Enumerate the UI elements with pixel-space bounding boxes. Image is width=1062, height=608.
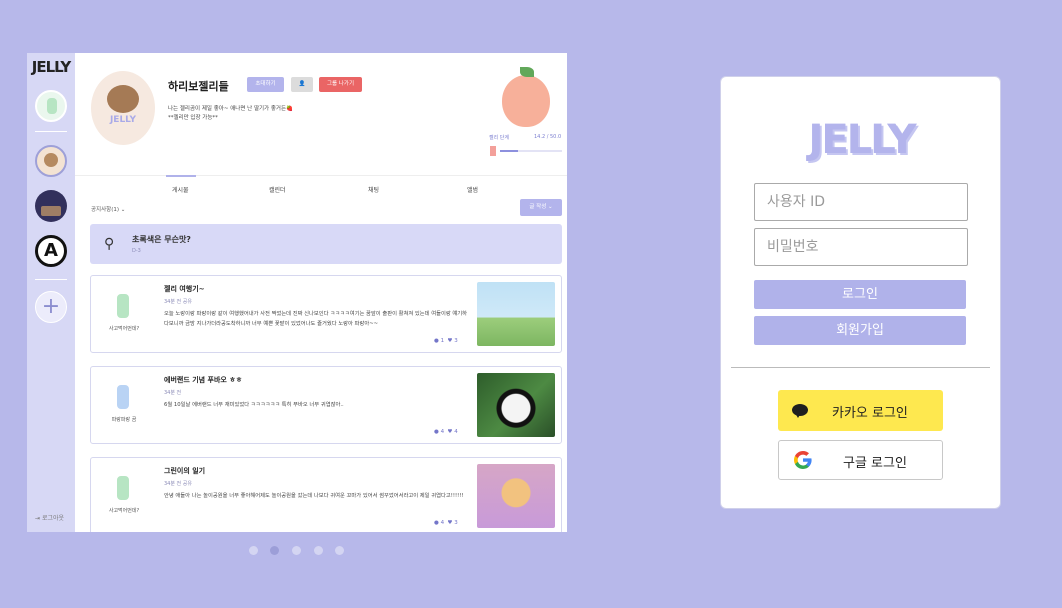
preview-pinned-notice: ⚲ 초록색은 무슨맛? D-3 bbox=[90, 224, 562, 264]
preview-home-icon bbox=[35, 90, 67, 122]
preview-logout: ⇥ 로그아웃 bbox=[35, 515, 65, 522]
flower-field-image bbox=[477, 282, 555, 346]
carousel-dot[interactable] bbox=[249, 546, 258, 555]
post-author: 파랑파랑 곰 bbox=[111, 417, 137, 423]
preview-tab-posts: 게시물 bbox=[166, 175, 196, 194]
preview-level-bar bbox=[490, 146, 562, 156]
post-title: 그린이의 일기 bbox=[164, 467, 206, 475]
preview-tab-calendar: 캘린더 bbox=[269, 187, 286, 194]
post-stats: ● 4 ♥ 4 bbox=[434, 429, 458, 435]
post-comments: 4 bbox=[440, 429, 445, 435]
preview-invite-button: 초대하기 bbox=[247, 77, 284, 92]
jelly-logo: JELLY bbox=[808, 117, 917, 163]
preview-add-group-icon: + bbox=[35, 291, 67, 323]
preview-group-avatar: JELLY bbox=[91, 71, 155, 145]
post-time: 34분 전 bbox=[164, 390, 182, 396]
preview-post: 파랑파랑 곰 에버랜드 기념 푸바오 ㅎㅎ 34분 전 6월 10일날 에버랜드… bbox=[90, 366, 562, 444]
bear-image bbox=[107, 85, 139, 113]
post-time: 34분 전 공유 bbox=[164, 299, 192, 305]
preview-desc-line: **젤리만 입장 가능** bbox=[168, 115, 218, 121]
preview-group-city-icon bbox=[35, 190, 67, 222]
post-author: 사고먹어먼데? bbox=[108, 508, 140, 514]
username-input[interactable] bbox=[754, 183, 968, 221]
preview-group-name: 하리보젤리들 bbox=[168, 80, 229, 93]
pinned-title: 초록색은 무슨맛? bbox=[132, 235, 191, 244]
preview-desc-line: 나는 젤리곰이 제일 좋아~ 애나면 난 딸기가 좋거든🍓 bbox=[168, 106, 293, 112]
pin-icon: ⚲ bbox=[104, 236, 115, 252]
post-body: 6월 10일날 에버랜드 너무 재미있었다 ㅋㅋㅋㅋㅋㅋ 특히 푸바오 너무 귀… bbox=[164, 402, 344, 408]
preview-group-bear-icon bbox=[35, 145, 67, 177]
preview-logo: JELLY bbox=[31, 58, 71, 76]
password-input[interactable] bbox=[754, 228, 968, 266]
post-likes: 3 bbox=[454, 520, 458, 526]
signup-button[interactable]: 회원가입 bbox=[754, 316, 966, 345]
preview-tab-album: 앨범 bbox=[467, 187, 479, 194]
post-stats: ● 4 ♥ 3 bbox=[434, 520, 458, 526]
post-likes: 4 bbox=[454, 429, 458, 435]
kakao-chat-icon bbox=[792, 404, 808, 418]
login-button[interactable]: 로그인 bbox=[754, 280, 966, 309]
carousel-image bbox=[477, 464, 555, 528]
app-preview-image: JELLY A + ⇥ 로그아웃 JELLY 하리보젤리들 초대하기 👤 그룹 … bbox=[27, 53, 567, 532]
carousel-dot[interactable] bbox=[270, 546, 279, 555]
preview-sidebar: JELLY A + ⇥ 로그아웃 bbox=[27, 53, 75, 532]
gummy-bear-icon bbox=[117, 385, 129, 409]
cup-icon bbox=[490, 146, 496, 156]
preview-tabs: 게시물 캘린더 채팅 앨범 bbox=[75, 175, 567, 196]
kakao-login-label: 카카오 로그인 bbox=[832, 406, 908, 421]
google-login-button[interactable]: 구글 로그인 bbox=[778, 440, 943, 480]
post-title: 에버랜드 기념 푸바오 ㅎㅎ bbox=[164, 376, 243, 384]
post-likes: 3 bbox=[454, 338, 458, 344]
gummy-bear-icon bbox=[117, 476, 129, 500]
gummy-bear-icon bbox=[117, 294, 129, 318]
preview-write-button: 글 작성 ⌄ bbox=[520, 199, 562, 216]
preview-level-label: 젤리 단계 bbox=[489, 135, 509, 141]
preview-group-avengers-icon: A bbox=[35, 235, 67, 267]
preview-person-icon: 👤 bbox=[291, 77, 313, 92]
login-card: JELLY 로그인 회원가입 카카오 로그인 구글 로그인 bbox=[720, 76, 1001, 509]
preview-avatar-text: JELLY bbox=[109, 115, 137, 125]
panda-image bbox=[477, 373, 555, 437]
post-comments: 1 bbox=[440, 338, 445, 344]
post-comments: 4 bbox=[440, 520, 445, 526]
divider bbox=[731, 367, 990, 368]
google-icon bbox=[794, 451, 812, 469]
post-body: 안녕 애들아 나는 놀이공원을 너무 좋아해어제도 놀이공원을 갔는데 나보다 … bbox=[164, 493, 464, 499]
preview-divider bbox=[35, 279, 67, 280]
preview-tab-chat: 채팅 bbox=[368, 187, 380, 194]
preview-post: 사고먹어먼데? 젤리 여행기~ 34분 전 공유 오늘 노랑이랑 파랑이랑 같이… bbox=[90, 275, 562, 353]
kakao-login-button[interactable]: 카카오 로그인 bbox=[778, 390, 943, 431]
post-stats: ● 1 ♥ 3 bbox=[434, 338, 458, 344]
carousel-dot[interactable] bbox=[335, 546, 344, 555]
peach-icon bbox=[502, 67, 550, 127]
post-body: 오늘 노랑이랑 파랑이랑 같이 여행했어내가 사전 짝었는데 진짜 신나보인다 … bbox=[164, 311, 468, 327]
google-login-label: 구글 로그인 bbox=[843, 456, 907, 471]
level-fill bbox=[500, 150, 518, 152]
preview-post: 사고먹어먼데? 그린이의 일기 34분 전 공유 안녕 애들아 나는 놀이공원을… bbox=[90, 457, 562, 532]
pinned-time: D-3 bbox=[132, 248, 141, 254]
post-title: 젤리 여행기~ bbox=[164, 285, 205, 293]
preview-group-description: 나는 젤리곰이 제일 좋아~ 애나면 난 딸기가 좋거든🍓 **젤리만 입장 가… bbox=[168, 105, 293, 123]
post-time: 34분 전 공유 bbox=[164, 481, 192, 487]
carousel-dot[interactable] bbox=[314, 546, 323, 555]
preview-divider bbox=[35, 131, 67, 132]
post-author: 사고먹어먼데? bbox=[108, 326, 140, 332]
preview-leave-button: 그룹 나가기 bbox=[319, 77, 362, 92]
preview-main: JELLY 하리보젤리들 초대하기 👤 그룹 나가기 나는 젤리곰이 제일 좋아… bbox=[75, 53, 567, 532]
preview-notice-filter: 공지사항(1) ⌄ bbox=[91, 207, 126, 213]
carousel-dot[interactable] bbox=[292, 546, 301, 555]
preview-level-value: 14.2 / 50.0 bbox=[534, 134, 562, 140]
